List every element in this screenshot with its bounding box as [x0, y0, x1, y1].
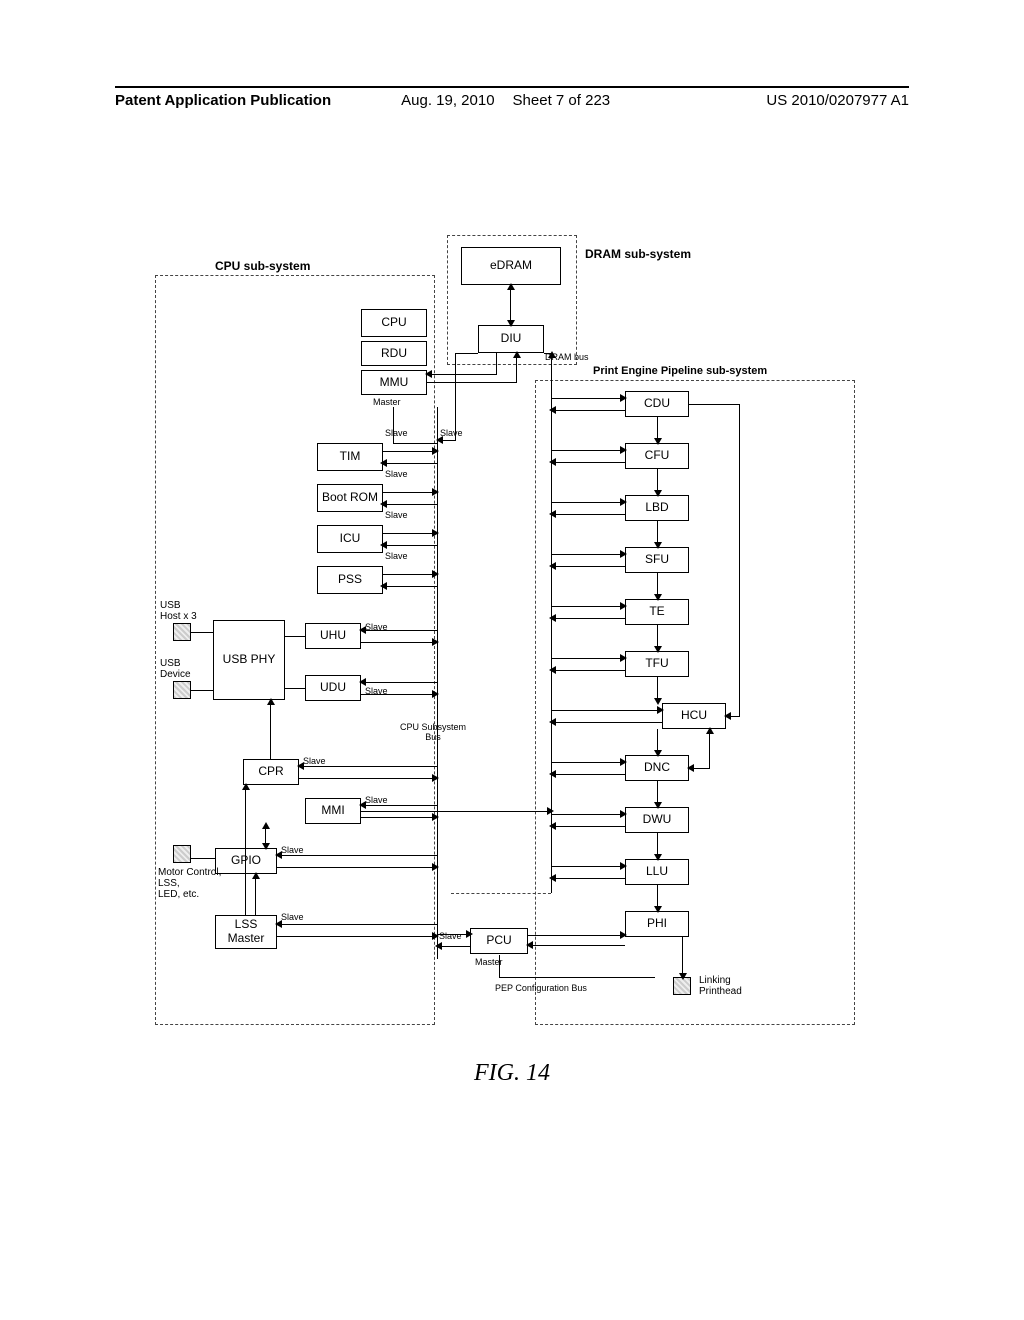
usb-host-label: USB Host x 3 — [160, 600, 197, 622]
slave-bootrom: Slave — [385, 469, 408, 479]
block-cpr: CPR — [243, 759, 299, 785]
usb-device-pad — [173, 681, 191, 699]
block-llu: LLU — [625, 859, 689, 885]
block-te: TE — [625, 599, 689, 625]
block-bootrom: Boot ROM — [317, 484, 383, 512]
block-lss: LSS Master — [215, 915, 277, 949]
block-cdu: CDU — [625, 391, 689, 417]
slave-gpio: Slave — [281, 845, 304, 855]
block-phi: PHI — [625, 911, 689, 937]
motor-label: Motor Control, LSS, LED, etc. — [158, 867, 221, 900]
block-rdu: RDU — [361, 341, 427, 366]
master-label-cpu: Master — [373, 397, 401, 407]
block-dwu: DWU — [625, 807, 689, 833]
block-diu: DIU — [478, 325, 544, 353]
gpio-pad — [173, 845, 191, 863]
slave-cpr: Slave — [303, 756, 326, 766]
block-sfu: SFU — [625, 547, 689, 573]
docnum-label: US 2010/0207977 A1 — [766, 92, 909, 109]
block-cfu: CFU — [625, 443, 689, 469]
slave-pss: Slave — [385, 551, 408, 561]
block-pcu: PCU — [470, 928, 528, 954]
dram-subsystem-title: DRAM sub-system — [585, 247, 691, 261]
cpu-subsystem-title: CPU sub-system — [215, 259, 310, 273]
slave-lss: Slave — [281, 912, 304, 922]
block-usbphy: USB PHY — [213, 620, 285, 700]
cpu-bus-label: CPU Subsystem Bus — [400, 722, 466, 742]
slave-diu: Slave — [440, 428, 463, 438]
usb-host-pad — [173, 623, 191, 641]
block-edram: eDRAM — [461, 247, 561, 285]
sheet-label: Sheet 7 of 223 — [513, 92, 611, 109]
block-dnc: DNC — [625, 755, 689, 781]
slave-tim: Slave — [385, 428, 408, 438]
figure-caption: FIG. 14 — [0, 1060, 1024, 1087]
block-cpu: CPU — [361, 309, 427, 337]
block-pss: PSS — [317, 566, 383, 594]
publication-label: Patent Application Publication — [115, 92, 331, 109]
pep-config-bus: PEP Configuration Bus — [495, 983, 587, 993]
block-tim: TIM — [317, 443, 383, 471]
usb-device-label: USB Device — [160, 658, 191, 680]
slave-pcu: Slave — [439, 931, 462, 941]
block-udu: UDU — [305, 675, 361, 701]
block-uhu: UHU — [305, 623, 361, 649]
pep-subsystem-title: Print Engine Pipeline sub-system — [593, 365, 767, 377]
block-hcu: HCU — [662, 703, 726, 729]
block-icu: ICU — [317, 525, 383, 553]
block-mmi: MMI — [305, 798, 361, 824]
block-lbd: LBD — [625, 495, 689, 521]
page-header: Patent Application Publication Aug. 19, … — [115, 86, 909, 109]
slave-icu: Slave — [385, 510, 408, 520]
block-tfu: TFU — [625, 651, 689, 677]
block-mmu: MMU — [361, 370, 427, 395]
architecture-diagram: CPU sub-system DRAM sub-system Print Eng… — [155, 225, 875, 1045]
date-label: Aug. 19, 2010 — [401, 92, 494, 109]
slave-mmi: Slave — [365, 795, 388, 805]
linking-printhead-label: Linking Printhead — [699, 975, 742, 997]
